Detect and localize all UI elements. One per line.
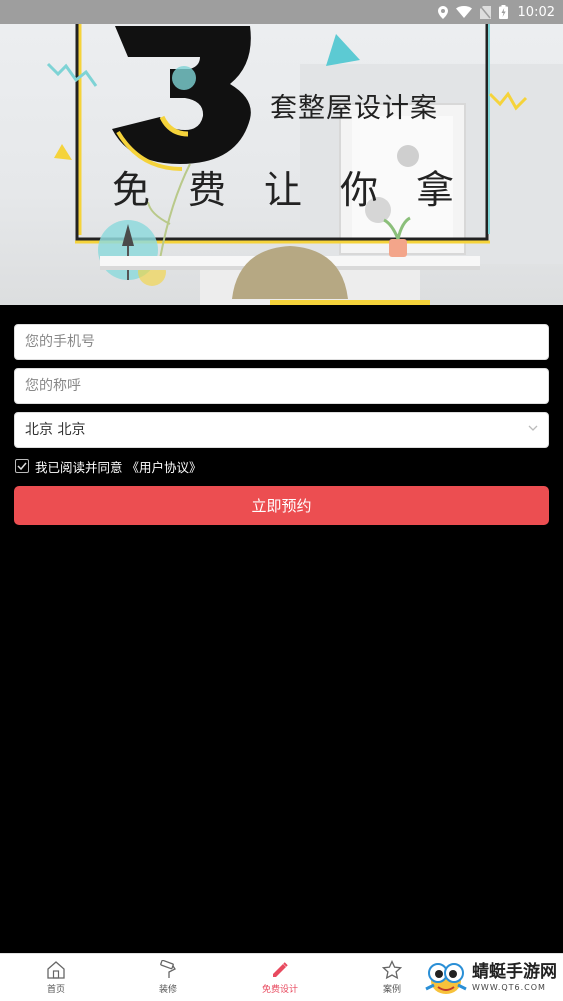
status-icons: 10:02 [437, 0, 555, 24]
name-field[interactable] [14, 368, 549, 404]
agreement-checkbox[interactable] [15, 459, 29, 473]
paint-roller-icon [160, 960, 176, 978]
chevron-down-icon [528, 425, 538, 431]
nav-item-home[interactable]: 首页 [0, 954, 112, 1001]
nav-item-free-design[interactable]: 免费设计 [224, 954, 336, 1001]
checkmark-icon [17, 462, 27, 471]
star-icon [382, 960, 402, 980]
nav-label-home: 首页 [46, 985, 65, 995]
no-sim-icon [479, 5, 491, 19]
book-now-button[interactable]: 立即预约 [14, 486, 549, 525]
clock: 10:02 [517, 4, 555, 20]
city-select[interactable]: 北京 北京 [14, 412, 549, 448]
agreement-text: 我已阅读并同意 [35, 459, 123, 475]
promo-banner[interactable]: 套整屋设计案 免费让你拿 [0, 24, 563, 305]
city-select-value: 北京 北京 [25, 422, 86, 438]
watermark-logo: 蜻蜓手游网 WWW.QT6.COM [424, 958, 557, 998]
pencil-icon [273, 962, 288, 977]
phone-input[interactable] [15, 325, 535, 359]
user-agreement-link[interactable]: 《用户协议》 [127, 457, 202, 476]
nav-label-free-design: 免费设计 [261, 985, 298, 995]
watermark-url: WWW.QT6.COM [472, 983, 546, 992]
nav-item-decoration[interactable]: 装修 [112, 954, 224, 1001]
name-input[interactable] [15, 369, 535, 403]
appointment-form: 北京 北京 我已阅读并同意 《用户协议》 立即预约 [14, 324, 549, 525]
watermark-title: 蜻蜓手游网 [472, 962, 557, 982]
phone-field[interactable] [14, 324, 549, 360]
agreement-row: 我已阅读并同意 《用户协议》 [14, 456, 549, 476]
wifi-icon [455, 6, 472, 18]
banner-headline: 套整屋设计案 [270, 93, 438, 124]
dragonfly-mascot-icon [425, 963, 467, 994]
home-icon [47, 961, 65, 979]
location-icon [437, 5, 448, 19]
banner-subheadline: 免费让你拿 [112, 168, 493, 212]
status-bar: 10:02 [0, 0, 563, 24]
nav-label-decoration: 装修 [158, 985, 177, 995]
battery-charging-icon [498, 5, 508, 19]
nav-label-cases: 案例 [382, 985, 401, 995]
